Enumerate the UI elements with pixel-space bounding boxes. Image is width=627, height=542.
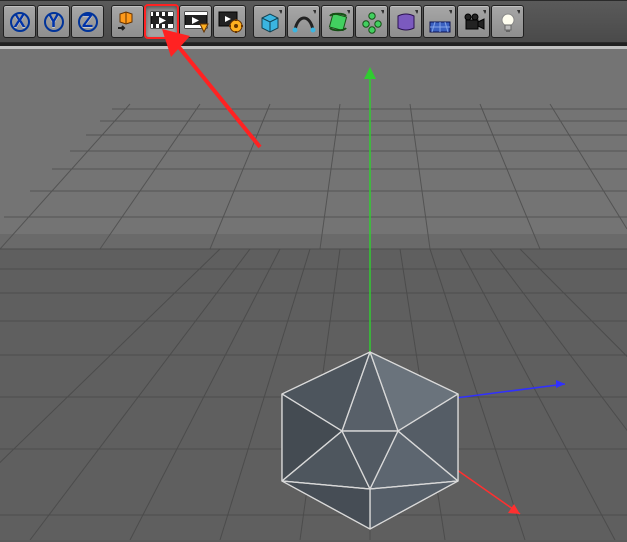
- cube-icon: [258, 10, 282, 34]
- add-light-button[interactable]: [491, 5, 524, 38]
- render-region-button[interactable]: [179, 5, 212, 38]
- add-environment-button[interactable]: [423, 5, 456, 38]
- array-icon: [360, 10, 384, 34]
- render-view-button[interactable]: [145, 5, 178, 38]
- environment-icon: [428, 10, 452, 34]
- add-camera-button[interactable]: [457, 5, 490, 38]
- add-array-button[interactable]: [355, 5, 388, 38]
- nurbs-icon: [326, 10, 350, 34]
- render-settings-icon: [217, 9, 243, 35]
- z-axis-button[interactable]: Z: [71, 5, 104, 38]
- add-nurbs-button[interactable]: [321, 5, 354, 38]
- make-editable-icon: [116, 10, 140, 34]
- render-view-icon: [149, 9, 175, 35]
- make-editable-button[interactable]: [111, 5, 144, 38]
- render-settings-button[interactable]: [213, 5, 246, 38]
- x-axis-button[interactable]: X: [3, 5, 36, 38]
- light-icon: [496, 10, 520, 34]
- add-spline-button[interactable]: [287, 5, 320, 38]
- spline-icon: [292, 10, 316, 34]
- viewport[interactable]: [0, 43, 627, 540]
- add-deformer-button[interactable]: [389, 5, 422, 38]
- deformer-icon: [394, 10, 418, 34]
- main-toolbar: X Y Z: [0, 0, 627, 43]
- y-axis-button[interactable]: Y: [37, 5, 70, 38]
- render-region-icon: [183, 9, 209, 35]
- camera-icon: [462, 10, 486, 34]
- add-cube-button[interactable]: [253, 5, 286, 38]
- viewport-scene: [0, 49, 627, 540]
